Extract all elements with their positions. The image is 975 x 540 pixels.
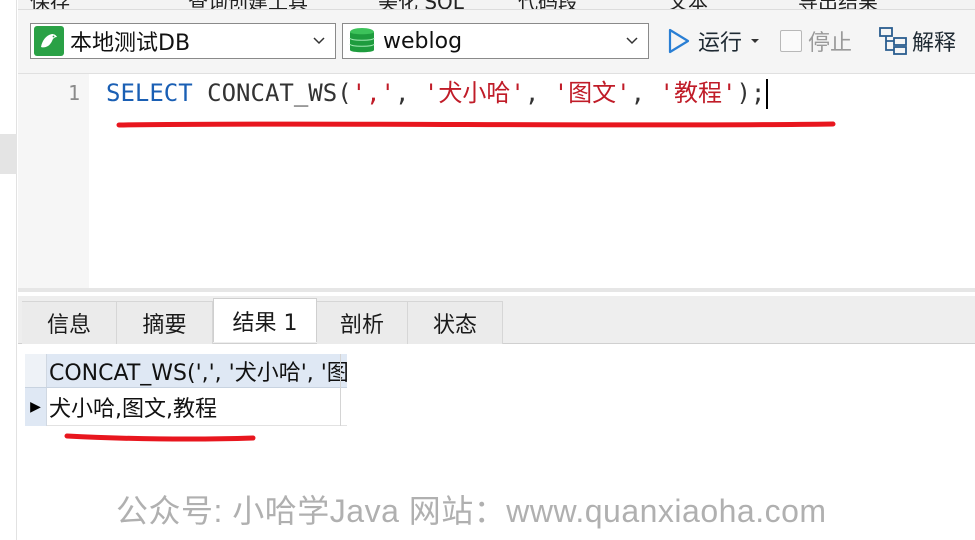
tab-info[interactable]: 信息 bbox=[22, 301, 117, 344]
explain-label: 解释 bbox=[912, 31, 957, 56]
run-button[interactable]: 运行 bbox=[666, 23, 762, 59]
sql-close: ); bbox=[736, 79, 766, 107]
column-header-label: CONCAT_WS(',', '犬小哈', '图 bbox=[49, 360, 347, 386]
tab-status[interactable]: 状态 bbox=[408, 301, 503, 344]
play-icon bbox=[668, 28, 690, 54]
grid-column-header[interactable]: CONCAT_WS(',', '犬小哈', '图 bbox=[25, 354, 347, 388]
line-number: 1 bbox=[68, 81, 81, 105]
sql-comma: , bbox=[630, 79, 660, 107]
stop-button[interactable]: 停止 bbox=[780, 23, 852, 59]
sql-arg-1: '犬小哈' bbox=[423, 79, 525, 107]
tab-result-1[interactable]: 结果 1 bbox=[213, 298, 317, 342]
run-label: 运行 bbox=[698, 31, 743, 56]
ghost-item-beautify[interactable]: 美化 SQL bbox=[378, 0, 464, 9]
database-icon bbox=[349, 28, 375, 53]
grid-edge bbox=[340, 354, 341, 426]
connection-label: 本地测试DB bbox=[70, 31, 191, 56]
explain-button[interactable]: 解释 bbox=[878, 23, 956, 59]
row-header-corner bbox=[25, 354, 47, 387]
sql-arg-2: '图文' bbox=[553, 79, 631, 107]
row-indicator: ▶ bbox=[25, 388, 47, 426]
results-tabbar: 信息 摘要 结果 1 剖析 状态 bbox=[18, 296, 975, 344]
tab-summary[interactable]: 摘要 bbox=[117, 301, 213, 344]
database-select[interactable]: weblog bbox=[342, 23, 649, 59]
sql-code-line[interactable]: SELECT CONCAT_WS(',', '犬小哈', '图文', '教程')… bbox=[106, 76, 769, 110]
table-row[interactable]: ▶ 犬小哈,图文,教程 bbox=[25, 388, 347, 426]
ghost-item-save[interactable]: 保存 bbox=[30, 0, 70, 9]
ghost-item-query-builder[interactable]: 查询创建工具 bbox=[188, 0, 308, 9]
chevron-down-icon[interactable] bbox=[624, 32, 640, 48]
ghost-item-export[interactable]: 导出结果 bbox=[798, 0, 878, 9]
sql-comma: , bbox=[524, 79, 554, 107]
sql-open-paren: ( bbox=[337, 79, 352, 107]
red-underline-annotation bbox=[64, 433, 256, 442]
sql-arg-3: '教程' bbox=[659, 79, 737, 107]
result-grid[interactable]: CONCAT_WS(',', '犬小哈', '图 ▶ 犬小哈,图文,教程 bbox=[25, 354, 347, 426]
sql-arg-separator: ',' bbox=[351, 79, 396, 107]
table-cell[interactable]: 犬小哈,图文,教程 bbox=[49, 391, 217, 423]
watermark: 公众号: 小哈学Java 网站：www.quanxiaoha.com bbox=[116, 493, 827, 529]
explain-tree-icon bbox=[879, 27, 907, 55]
top-toolbar-cutoff: 保存 查询创建工具 美化 SQL 代码段 文本 导出结果 bbox=[18, 0, 975, 10]
red-underline-annotation bbox=[116, 121, 836, 128]
left-strip bbox=[0, 0, 17, 540]
sql-keyword: SELECT bbox=[106, 79, 193, 107]
sql-editor[interactable]: 1 SELECT CONCAT_WS(',', '犬小哈', '图文', '教程… bbox=[18, 74, 975, 288]
chevron-down-icon[interactable] bbox=[311, 32, 327, 48]
text-caret bbox=[766, 79, 769, 109]
tab-profile[interactable]: 剖析 bbox=[317, 301, 408, 344]
stop-icon bbox=[780, 30, 802, 52]
line-gutter: 1 bbox=[18, 74, 89, 288]
caret-down-icon[interactable] bbox=[748, 34, 762, 48]
ghost-item-text[interactable]: 文本 bbox=[668, 0, 708, 9]
mysql-dolphin-icon bbox=[34, 26, 64, 56]
query-toolbar: 本地测试DB weblog 运行 停止 解释 bbox=[18, 10, 975, 74]
sql-comma: , bbox=[395, 79, 424, 107]
current-row-arrow-icon: ▶ bbox=[30, 399, 41, 415]
database-label: weblog bbox=[383, 28, 463, 54]
stop-label: 停止 bbox=[808, 31, 853, 56]
connection-select[interactable]: 本地测试DB bbox=[30, 23, 336, 59]
ghost-item-snippet[interactable]: 代码段 bbox=[518, 0, 578, 9]
sql-function: CONCAT_WS bbox=[207, 79, 338, 107]
left-strip-marker bbox=[0, 134, 17, 174]
